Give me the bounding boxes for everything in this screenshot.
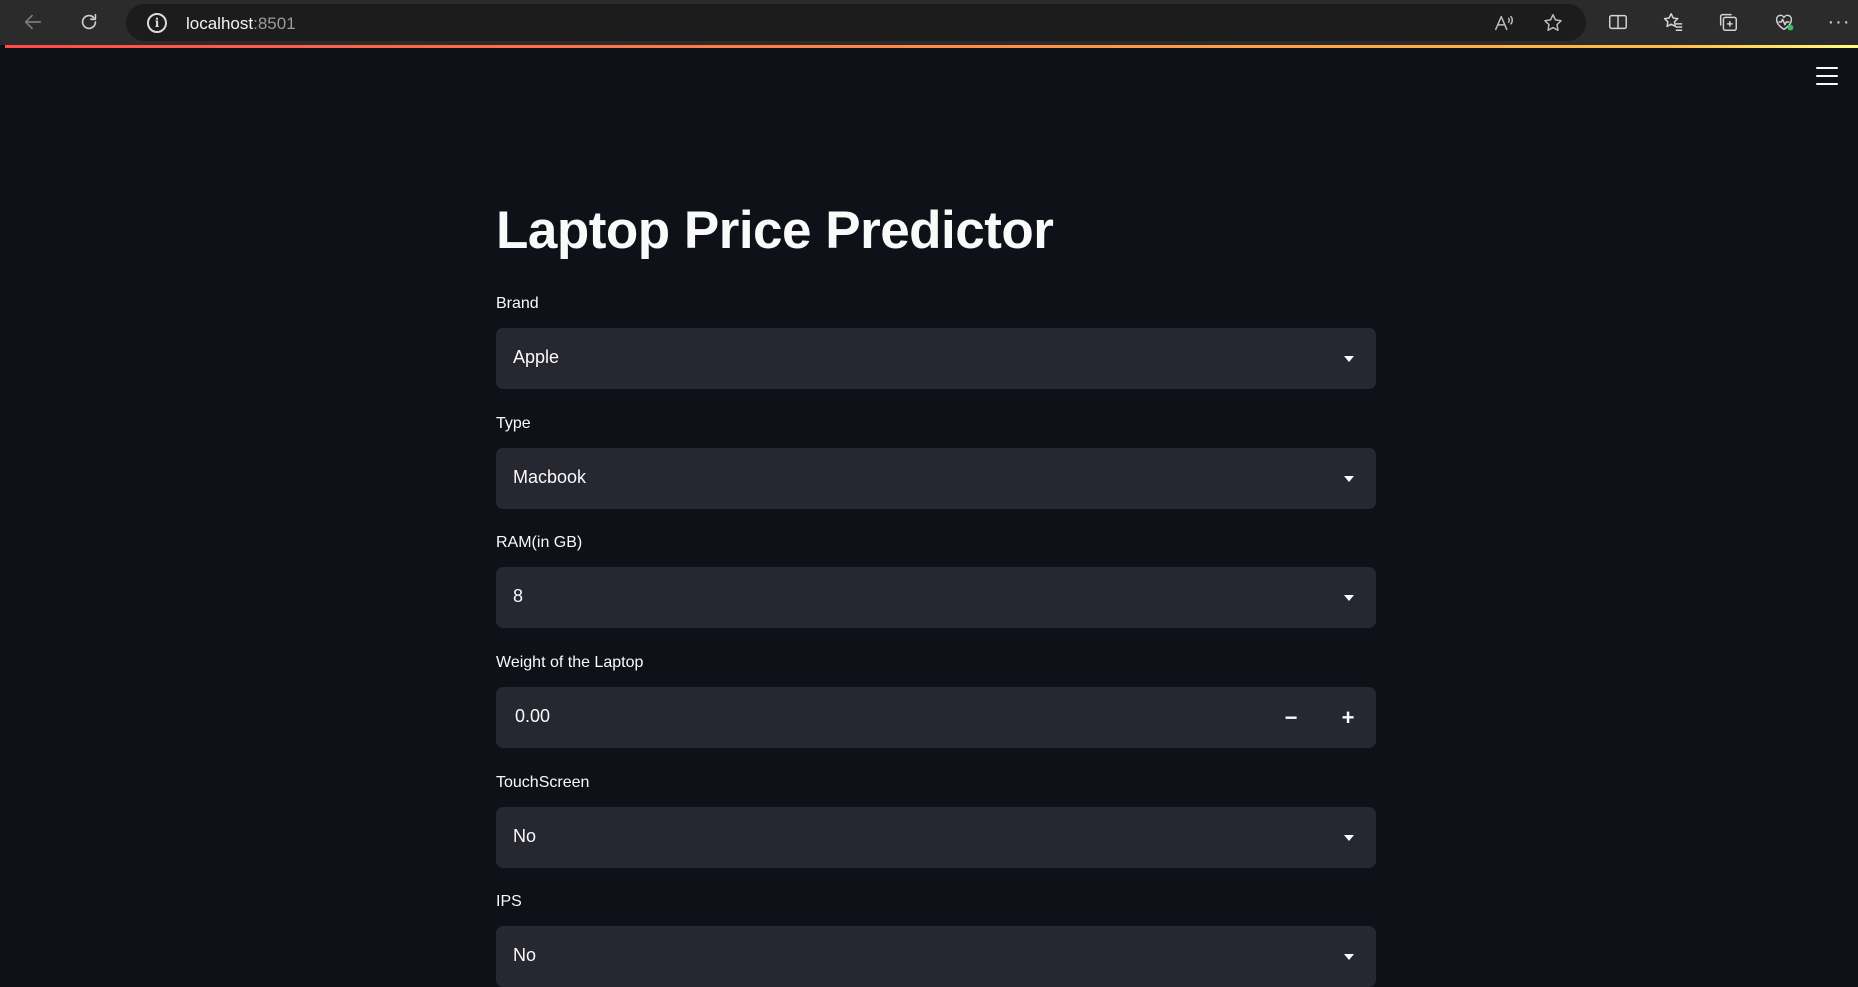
refresh-icon[interactable] (73, 9, 105, 35)
hamburger-menu-icon[interactable] (1816, 67, 1838, 85)
type-label: Type (496, 415, 531, 432)
type-select[interactable]: Macbook (496, 448, 1376, 509)
caret-down-icon (1344, 954, 1354, 960)
page-title: Laptop Price Predictor (496, 201, 1054, 260)
weight-label: Weight of the Laptop (496, 654, 644, 671)
collections-icon[interactable] (1713, 9, 1743, 35)
type-selected-value: Macbook (513, 467, 587, 487)
favorites-icon[interactable] (1658, 9, 1688, 35)
app-container: Laptop Price Predictor Brand Apple Type … (5, 45, 1858, 987)
browser-toolbar: i localhost:8501 ··· (0, 0, 1858, 45)
back-arrow-icon[interactable] (17, 9, 49, 35)
caret-down-icon (1344, 595, 1354, 601)
decrement-button[interactable]: − (1263, 687, 1319, 748)
add-favorite-star-icon[interactable] (1540, 11, 1566, 35)
caret-down-icon (1344, 476, 1354, 482)
browser-essentials-icon[interactable] (1769, 9, 1799, 35)
url-host: localhost (186, 14, 254, 33)
url-text[interactable]: localhost:8501 (186, 14, 296, 34)
weight-value[interactable]: 0.00 (515, 706, 550, 727)
increment-button[interactable]: + (1320, 687, 1376, 748)
ram-selected-value: 8 (513, 586, 524, 606)
ram-select[interactable]: 8 (496, 567, 1376, 628)
brand-label: Brand (496, 295, 539, 312)
weight-number-input[interactable]: 0.00 − + (496, 687, 1376, 748)
ips-select[interactable]: No (496, 926, 1376, 987)
brand-select[interactable]: Apple (496, 328, 1376, 389)
caret-down-icon (1344, 835, 1354, 841)
touchscreen-select[interactable]: No (496, 807, 1376, 868)
brand-selected-value: Apple (513, 347, 560, 367)
ips-selected-value: No (513, 945, 537, 965)
site-info-icon[interactable]: i (147, 13, 167, 33)
caret-down-icon (1344, 356, 1354, 362)
address-bar[interactable]: i localhost:8501 (126, 4, 1586, 41)
ips-label: IPS (496, 893, 522, 910)
split-screen-icon[interactable] (1603, 9, 1633, 35)
touchscreen-selected-value: No (513, 826, 537, 846)
read-aloud-icon[interactable] (1491, 11, 1517, 35)
more-options-icon[interactable]: ··· (1824, 9, 1854, 35)
touchscreen-label: TouchScreen (496, 774, 590, 791)
url-port: :8501 (253, 14, 296, 33)
top-decoration-bar (5, 45, 1858, 48)
ram-label: RAM(in GB) (496, 534, 583, 551)
